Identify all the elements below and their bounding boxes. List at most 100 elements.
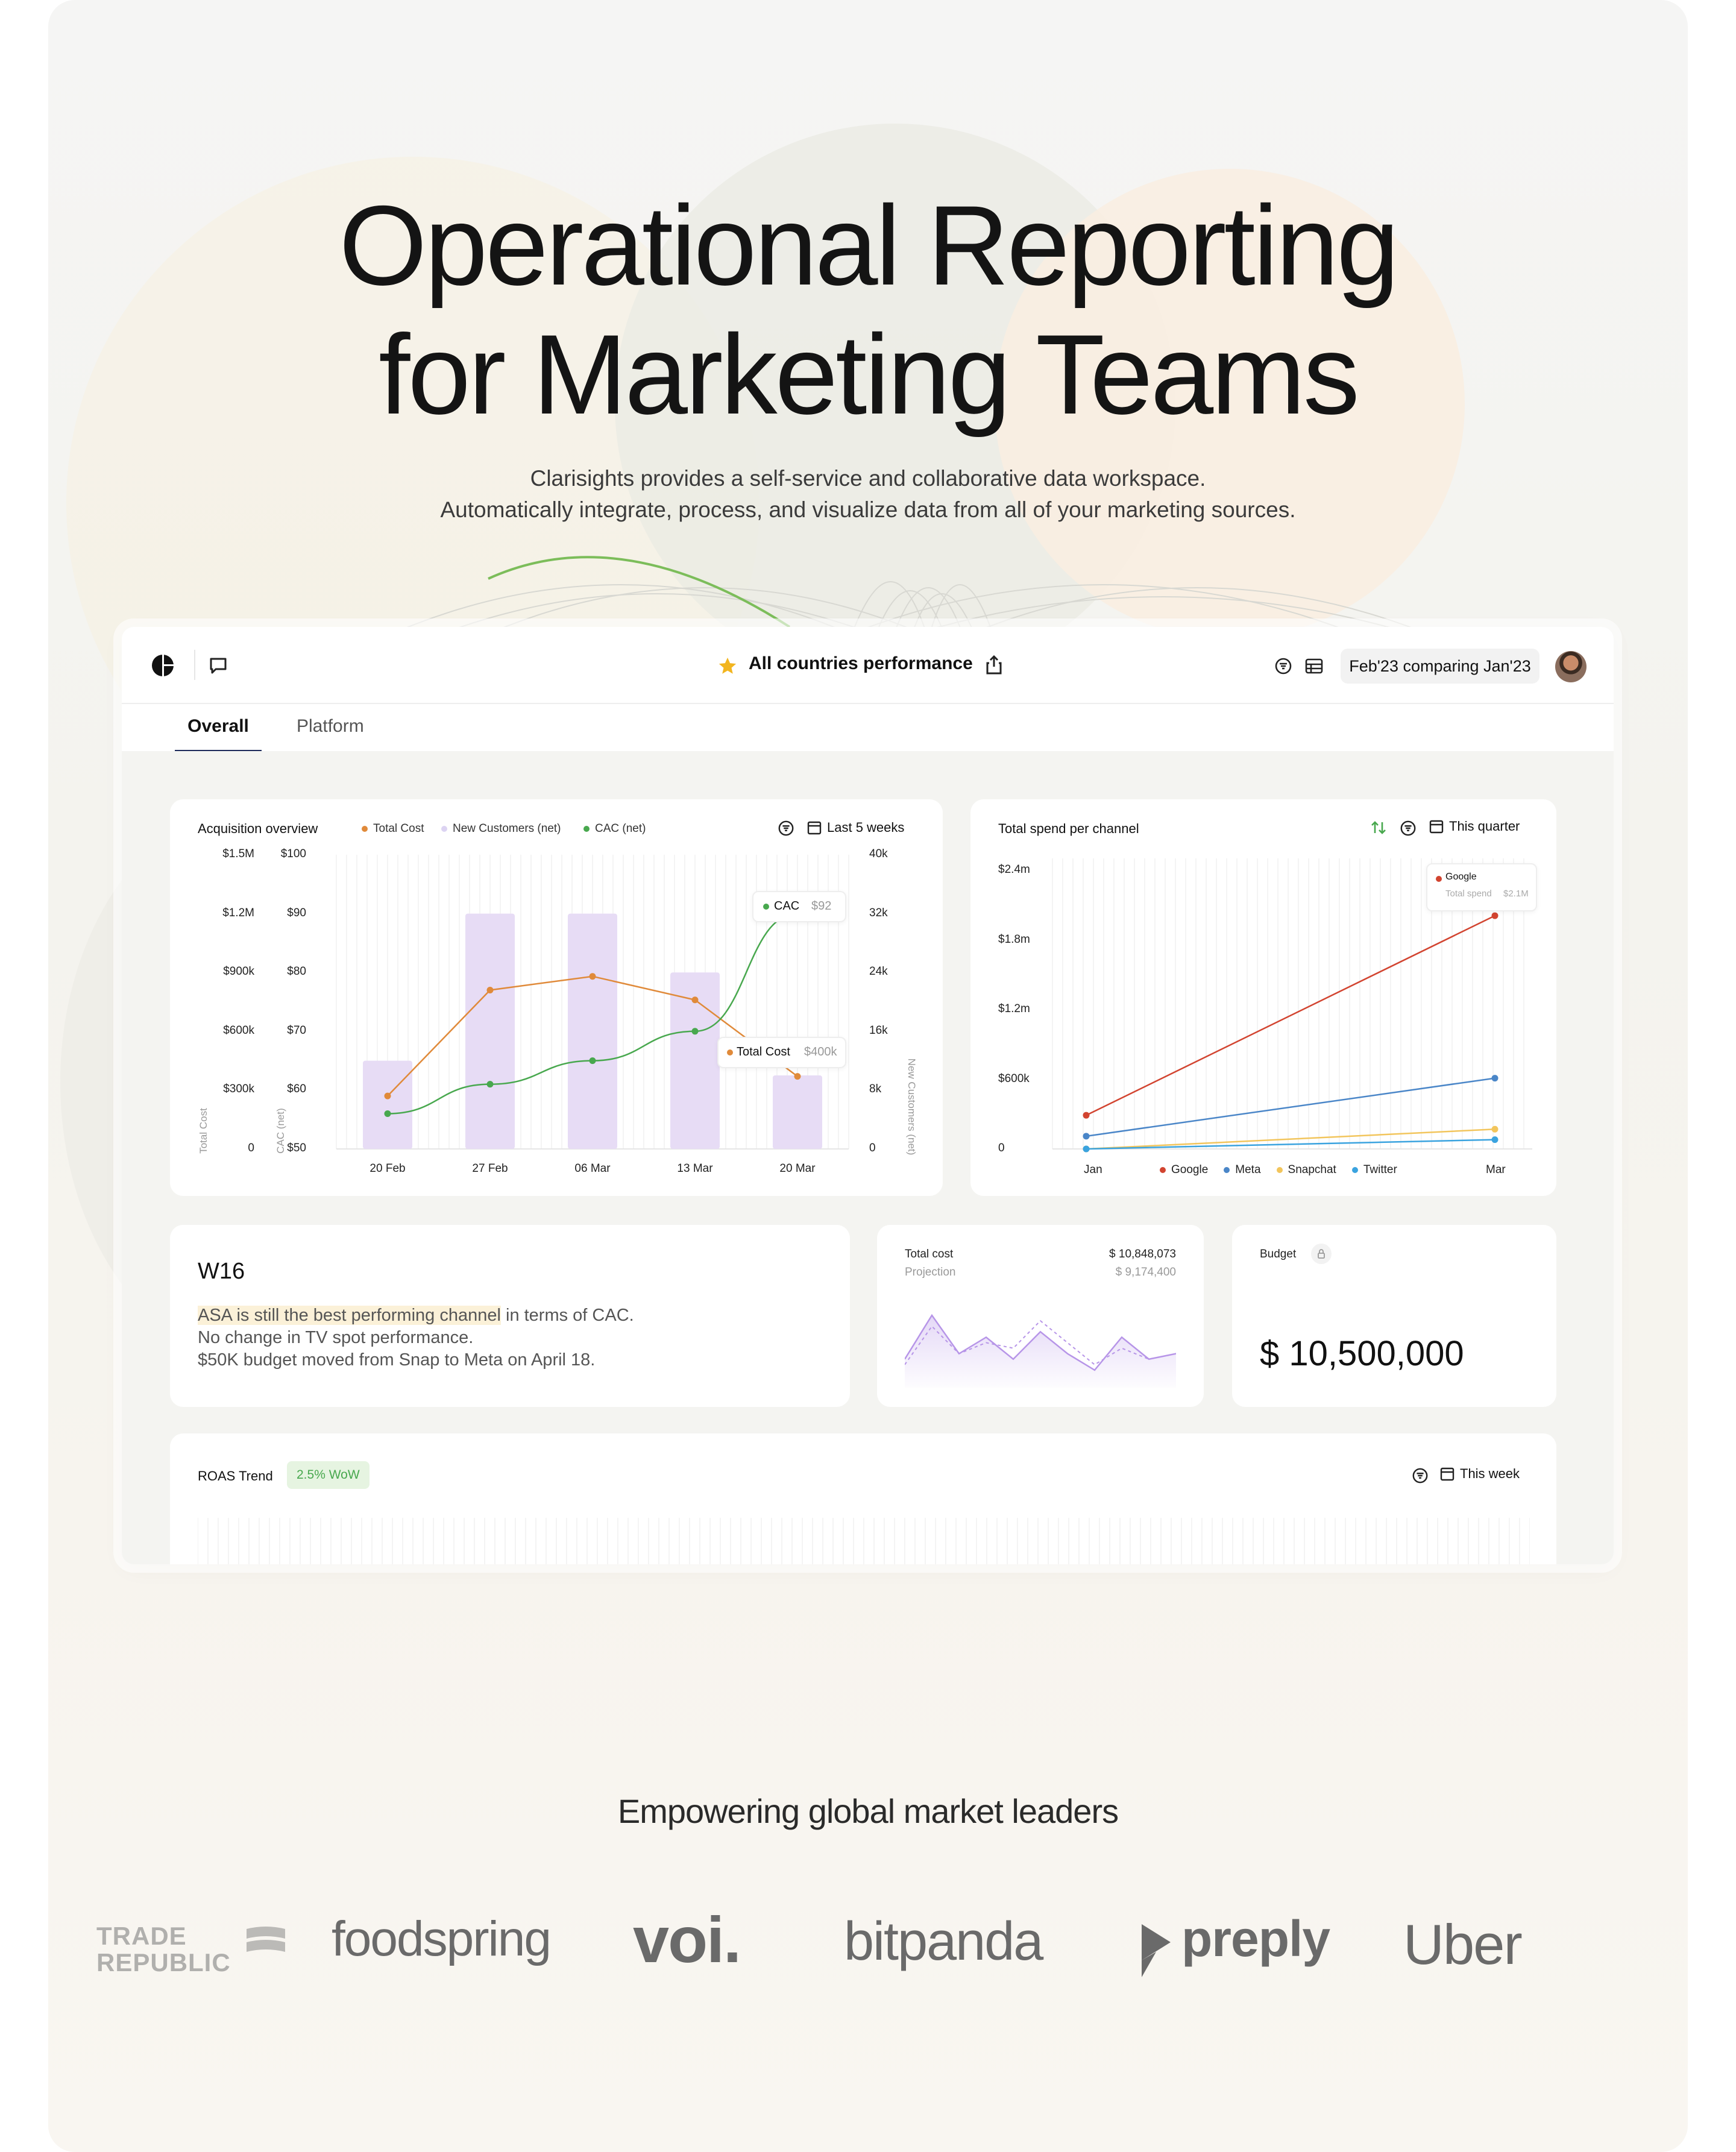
google-tooltip-label: Total spend	[1445, 889, 1492, 899]
dashboard-topbar: All countries performance Feb'23 compari…	[122, 627, 1614, 704]
new-customers-bar[interactable]	[568, 913, 617, 1149]
cac-tooltip-value: $92	[811, 899, 832, 913]
insight-line3: $50K budget moved from Snap to Meta on A…	[198, 1350, 596, 1370]
cac-point[interactable]	[486, 1081, 494, 1088]
budget-label: Budget	[1260, 1248, 1297, 1260]
google-spend-point[interactable]	[1083, 1112, 1090, 1119]
user-avatar[interactable]	[1555, 651, 1587, 682]
google-spend-point[interactable]	[1491, 912, 1499, 919]
hero-subtitle: Clarisights provides a self-service and …	[48, 463, 1688, 526]
tab-platform[interactable]: Platform	[297, 703, 375, 750]
cost-tooltip: Total Cost $400k	[717, 1037, 846, 1068]
roas-title: ROAS Trend	[198, 1468, 273, 1483]
hero-title: Operational Reporting for Marketing Team…	[48, 181, 1688, 439]
date-comparison-button[interactable]: Feb'23 comparing Jan'23	[1341, 649, 1539, 684]
logo-trade-republic: TRADE REPUBLIC	[96, 1923, 295, 1983]
legend-twitter[interactable]: Twitter	[1351, 1163, 1397, 1177]
google-tooltip: Google Total spend $2.1M	[1426, 863, 1537, 911]
legend-snapchat[interactable]: Snapchat	[1276, 1163, 1336, 1177]
budget-value: $ 10,500,000	[1260, 1334, 1464, 1373]
star-icon[interactable]	[717, 656, 738, 676]
spend-chart	[1052, 858, 1532, 1153]
total-cost-card: Total cost $ 10,848,073 Projection $ 9,1…	[877, 1225, 1204, 1407]
insight-line1: ASA is still the best performing channel…	[198, 1306, 634, 1325]
filter-icon[interactable]	[1274, 657, 1292, 675]
google-tooltip-title: Google	[1445, 872, 1477, 882]
total-cost-point[interactable]	[794, 1073, 801, 1080]
cac-point[interactable]	[691, 1028, 699, 1035]
hero-subtitle-line1: Clarisights provides a self-service and …	[530, 466, 1206, 491]
cac-tooltip: CAC $92	[752, 891, 846, 922]
acquisition-x-label: 20 Mar	[779, 1162, 816, 1175]
roas-badge: 2.5% WoW	[287, 1461, 370, 1489]
total-cost-sparkline	[905, 1314, 1176, 1388]
new-customers-bar[interactable]	[465, 913, 515, 1149]
google-spend-line	[1086, 914, 1495, 1116]
total-cost-point[interactable]	[589, 973, 596, 980]
report-title: All countries performance	[749, 653, 973, 673]
insight-week: W16	[198, 1259, 245, 1284]
logo-voi: voi.	[633, 1903, 741, 1976]
decorative-arcs	[379, 556, 1441, 639]
trade-republic-flag-icon	[247, 1927, 285, 1952]
acquisition-chart	[336, 855, 849, 1150]
meta-spend-line	[1086, 1077, 1495, 1137]
total-cost-point[interactable]	[384, 1092, 391, 1100]
total-cost-point[interactable]	[691, 996, 699, 1004]
insight-line2: No change in TV spot performance.	[198, 1328, 474, 1347]
tab-overall[interactable]: Overall	[175, 703, 262, 753]
total-cost-point[interactable]	[486, 986, 494, 993]
dashboard-tabs: Overall Platform	[122, 703, 1614, 753]
cac-point[interactable]	[384, 1110, 391, 1117]
logos-heading: Empowering global market leaders	[617, 1792, 1119, 1830]
roas-range-label: This week	[1460, 1466, 1520, 1481]
roas-trend-card: ROAS Trend 2.5% WoW This week	[170, 1433, 1556, 1564]
roas-grid	[198, 1518, 1530, 1564]
topbar-divider	[194, 650, 195, 680]
lock-icon[interactable]	[1310, 1243, 1332, 1265]
acquisition-overview-card: Acquisition overview Total Cost New Cust…	[170, 799, 943, 1196]
clarisights-logo-icon[interactable]	[151, 653, 175, 678]
hero-title-line1: Operational Reporting	[339, 182, 1399, 309]
share-icon[interactable]	[985, 655, 1003, 675]
logo-trade-republic-text: TRADE REPUBLIC	[96, 1922, 231, 1977]
table-icon[interactable]	[1304, 657, 1324, 675]
total-cost-area	[905, 1315, 1176, 1388]
landing-page: Operational Reporting for Marketing Team…	[48, 0, 1688, 2152]
spend-per-channel-card: Total spend per channel This quarter $2.…	[970, 799, 1556, 1196]
legend-meta[interactable]: Meta	[1224, 1163, 1261, 1177]
acquisition-x-label: 13 Mar	[677, 1162, 713, 1175]
roas-range-button[interactable]: This week	[1439, 1466, 1520, 1482]
snapchat-spend-point[interactable]	[1491, 1125, 1499, 1133]
cost-tooltip-label: Total Cost	[737, 1045, 790, 1059]
total-cost-label: Total cost	[905, 1248, 954, 1260]
weekly-insight-card: W16 ASA is still the best performing cha…	[170, 1225, 850, 1407]
legend-google[interactable]: Google	[1160, 1163, 1208, 1177]
acquisition-x-label: 06 Mar	[574, 1162, 611, 1175]
twitter-spend-line	[1086, 1139, 1495, 1150]
total-cost-value: $ 10,848,073	[1109, 1248, 1176, 1260]
calendar-icon	[1440, 1467, 1455, 1481]
dashboard-canvas: Acquisition overview Total Cost New Cust…	[122, 751, 1614, 1564]
hero-subtitle-line2: Automatically integrate, process, and vi…	[440, 497, 1296, 522]
meta-spend-point[interactable]	[1491, 1075, 1499, 1082]
dashboard-window: All countries performance Feb'23 compari…	[122, 627, 1614, 1564]
logo-bitpanda: bitpanda	[844, 1911, 1043, 1972]
roas-filter-icon[interactable]	[1412, 1467, 1429, 1484]
meta-spend-point[interactable]	[1083, 1133, 1090, 1140]
spend-x-start: Jan	[1084, 1163, 1102, 1176]
new-customers-bar[interactable]	[773, 1075, 822, 1149]
projection-label: Projection	[905, 1266, 956, 1279]
acquisition-x-label: 20 Feb	[370, 1162, 406, 1175]
new-customers-bar[interactable]	[363, 1060, 412, 1149]
budget-card: Budget $ 10,500,000	[1232, 1225, 1556, 1407]
comment-icon[interactable]	[207, 655, 229, 676]
acquisition-x-label: 27 Feb	[472, 1162, 508, 1175]
logo-foodspring: foodspring	[332, 1911, 552, 1966]
cost-tooltip-value: $400k	[804, 1045, 837, 1059]
cac-point[interactable]	[589, 1057, 596, 1065]
spend-legend: Google Meta Snapchat Twitter	[1160, 1163, 1397, 1177]
twitter-spend-point[interactable]	[1491, 1136, 1499, 1144]
spend-x-end: Mar	[1486, 1163, 1506, 1176]
twitter-spend-point[interactable]	[1083, 1145, 1090, 1153]
